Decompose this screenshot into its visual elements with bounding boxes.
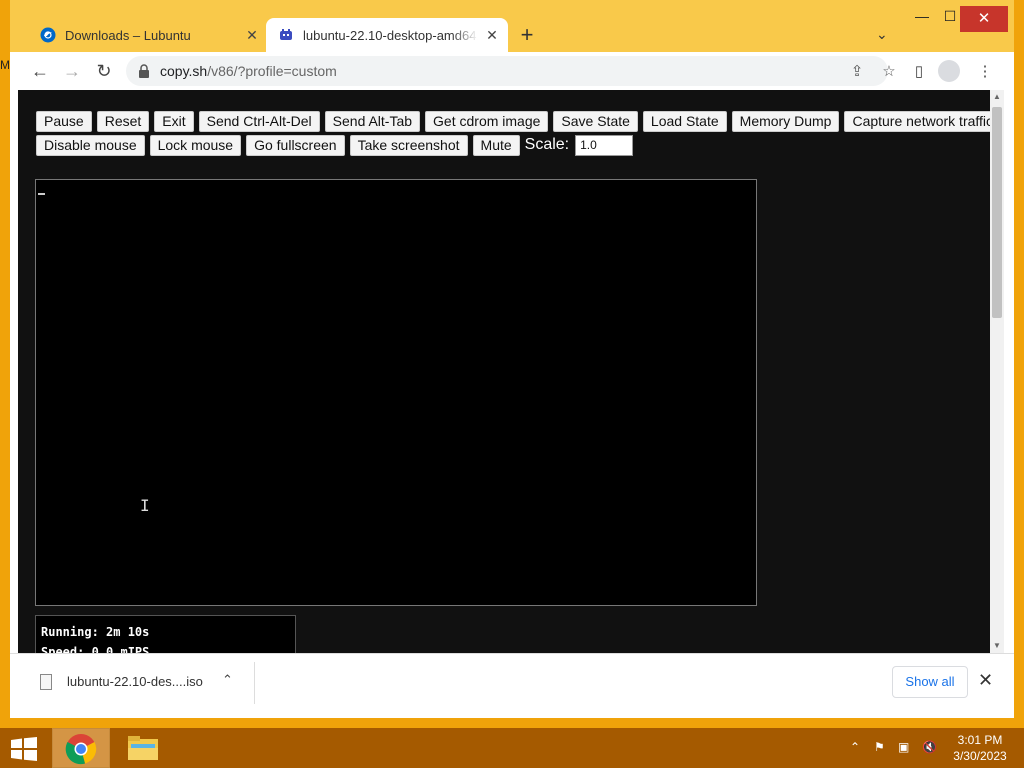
emulator-screen[interactable]: I bbox=[35, 179, 757, 606]
memory-dump-button[interactable]: Memory Dump bbox=[731, 110, 840, 132]
menu-kebab-icon[interactable]: ⋮ bbox=[976, 62, 994, 80]
save-state-button[interactable]: Save State bbox=[553, 110, 638, 132]
side-panel-icon[interactable]: ▯ bbox=[910, 62, 928, 80]
send-ctrl-alt-del-button[interactable]: Send Ctrl-Alt-Del bbox=[198, 110, 320, 132]
mute-button[interactable]: Mute bbox=[472, 134, 520, 156]
page-scrollbar[interactable]: ▲ ▼ bbox=[990, 90, 1004, 653]
clock-time: 3:01 PM bbox=[957, 733, 1003, 747]
lock-icon[interactable] bbox=[138, 64, 150, 78]
tab-search-chevron-icon[interactable]: ⌄ bbox=[876, 26, 888, 43]
speed-readout: Speed: 0.0 mIPS bbox=[41, 645, 150, 653]
url-host: copy.sh bbox=[160, 63, 208, 79]
close-icon[interactable]: ✕ bbox=[978, 670, 993, 691]
scroll-thumb[interactable] bbox=[992, 107, 1002, 318]
reset-button[interactable]: Reset bbox=[96, 110, 150, 132]
capture-network-traffic-button[interactable]: Capture network traffic bbox=[844, 110, 990, 132]
clock-date: 3/30/2023 bbox=[953, 749, 1007, 763]
tab-downloads-lubuntu[interactable]: Downloads – Lubuntu ✕ bbox=[28, 18, 268, 52]
v86-page: Pause Reset Exit Send Ctrl-Alt-Del Send … bbox=[18, 90, 990, 653]
minimize-button[interactable]: — bbox=[908, 8, 936, 24]
network-icon[interactable]: ▣ bbox=[898, 740, 909, 754]
scale-input[interactable] bbox=[575, 134, 634, 156]
shelf-divider bbox=[254, 662, 255, 704]
windows-taskbar: ⌃ ⚑ ▣ 🔇 3:01 PM 3/30/2023 bbox=[0, 728, 1024, 768]
windows-start-icon[interactable] bbox=[10, 737, 38, 761]
reload-icon[interactable]: ↻ bbox=[92, 60, 116, 82]
load-state-button[interactable]: Load State bbox=[642, 110, 727, 132]
disable-mouse-button[interactable]: Disable mouse bbox=[36, 134, 145, 156]
close-icon[interactable]: ✕ bbox=[244, 27, 260, 43]
browser-window: Downloads – Lubuntu ✕ lubuntu-22.10-desk… bbox=[10, 0, 1014, 718]
lock-mouse-button[interactable]: Lock mouse bbox=[149, 134, 242, 156]
go-fullscreen-button[interactable]: Go fullscreen bbox=[246, 134, 345, 156]
profile-avatar-icon[interactable] bbox=[938, 60, 960, 82]
lubuntu-logo-icon bbox=[40, 27, 56, 43]
back-arrow-icon[interactable]: ← bbox=[28, 60, 52, 82]
file-icon bbox=[40, 674, 52, 690]
address-bar[interactable]: copy.sh/v86/?profile=custom ⇪ ☆ bbox=[126, 56, 896, 86]
browser-titlebar: Downloads – Lubuntu ✕ lubuntu-22.10-desk… bbox=[10, 0, 1014, 52]
url-text: copy.sh/v86/?profile=custom bbox=[160, 63, 337, 79]
exit-button[interactable]: Exit bbox=[154, 110, 194, 132]
emulator-info-panel: Running: 2m 10s Speed: 0.0 mIPS bbox=[35, 615, 296, 653]
action-center-flag-icon[interactable]: ⚑ bbox=[874, 740, 885, 754]
browser-toolbar: ← → ↻ copy.sh/v86/?profile=custom ⇪ ☆ ▯ … bbox=[10, 52, 1014, 90]
get-cdrom-image-button[interactable]: Get cdrom image bbox=[425, 110, 549, 132]
running-time: Running: 2m 10s bbox=[41, 625, 150, 639]
forward-arrow-icon[interactable]: → bbox=[60, 60, 84, 82]
ibeam-cursor-icon: I bbox=[140, 496, 150, 515]
close-icon[interactable]: ✕ bbox=[484, 27, 500, 43]
volume-muted-icon[interactable]: 🔇 bbox=[922, 740, 937, 754]
download-file-name: lubuntu-22.10-des....iso bbox=[67, 674, 203, 689]
url-path: /v86/?profile=custom bbox=[207, 63, 337, 79]
v86-controls: Pause Reset Exit Send Ctrl-Alt-Del Send … bbox=[36, 109, 990, 157]
tab-title: lubuntu-22.10-desktop-amd64.iso bbox=[303, 27, 478, 43]
chevron-up-icon[interactable]: ⌃ bbox=[222, 672, 233, 688]
tab-lubuntu-iso[interactable]: lubuntu-22.10-desktop-amd64.iso ✕ bbox=[266, 18, 508, 52]
download-item[interactable]: lubuntu-22.10-des....iso ⌃ bbox=[10, 660, 254, 706]
folder-icon bbox=[128, 736, 158, 760]
controls-row-1: Pause Reset Exit Send Ctrl-Alt-Del Send … bbox=[36, 109, 990, 133]
window-close-button[interactable]: ✕ bbox=[960, 6, 1008, 32]
text-cursor bbox=[38, 193, 45, 195]
pause-button[interactable]: Pause bbox=[36, 110, 92, 132]
download-shelf: lubuntu-22.10-des....iso ⌃ Show all ✕ bbox=[10, 653, 1014, 718]
chrome-icon bbox=[65, 734, 97, 765]
tab-title: Downloads – Lubuntu bbox=[65, 27, 191, 43]
tray-overflow-chevron-icon[interactable]: ⌃ bbox=[850, 740, 860, 754]
scroll-up-arrow-icon[interactable]: ▲ bbox=[990, 90, 1004, 104]
take-screenshot-button[interactable]: Take screenshot bbox=[349, 134, 468, 156]
v86-logo-icon bbox=[280, 29, 292, 40]
scroll-down-arrow-icon[interactable]: ▼ bbox=[990, 639, 1004, 653]
share-icon[interactable]: ⇪ bbox=[848, 62, 866, 80]
desktop-edge-text: M bbox=[0, 58, 10, 72]
scale-label: Scale: bbox=[524, 136, 570, 153]
send-alt-tab-button[interactable]: Send Alt-Tab bbox=[324, 110, 421, 132]
taskbar-clock[interactable]: 3:01 PM 3/30/2023 bbox=[944, 732, 1016, 764]
taskbar-chrome[interactable] bbox=[52, 728, 110, 768]
controls-row-2: Disable mouse Lock mouse Go fullscreen T… bbox=[36, 133, 976, 157]
new-tab-button[interactable]: + bbox=[515, 24, 539, 48]
show-all-button[interactable]: Show all bbox=[892, 666, 968, 698]
taskbar-file-explorer[interactable] bbox=[114, 728, 172, 768]
bookmark-star-icon[interactable]: ☆ bbox=[880, 62, 898, 80]
